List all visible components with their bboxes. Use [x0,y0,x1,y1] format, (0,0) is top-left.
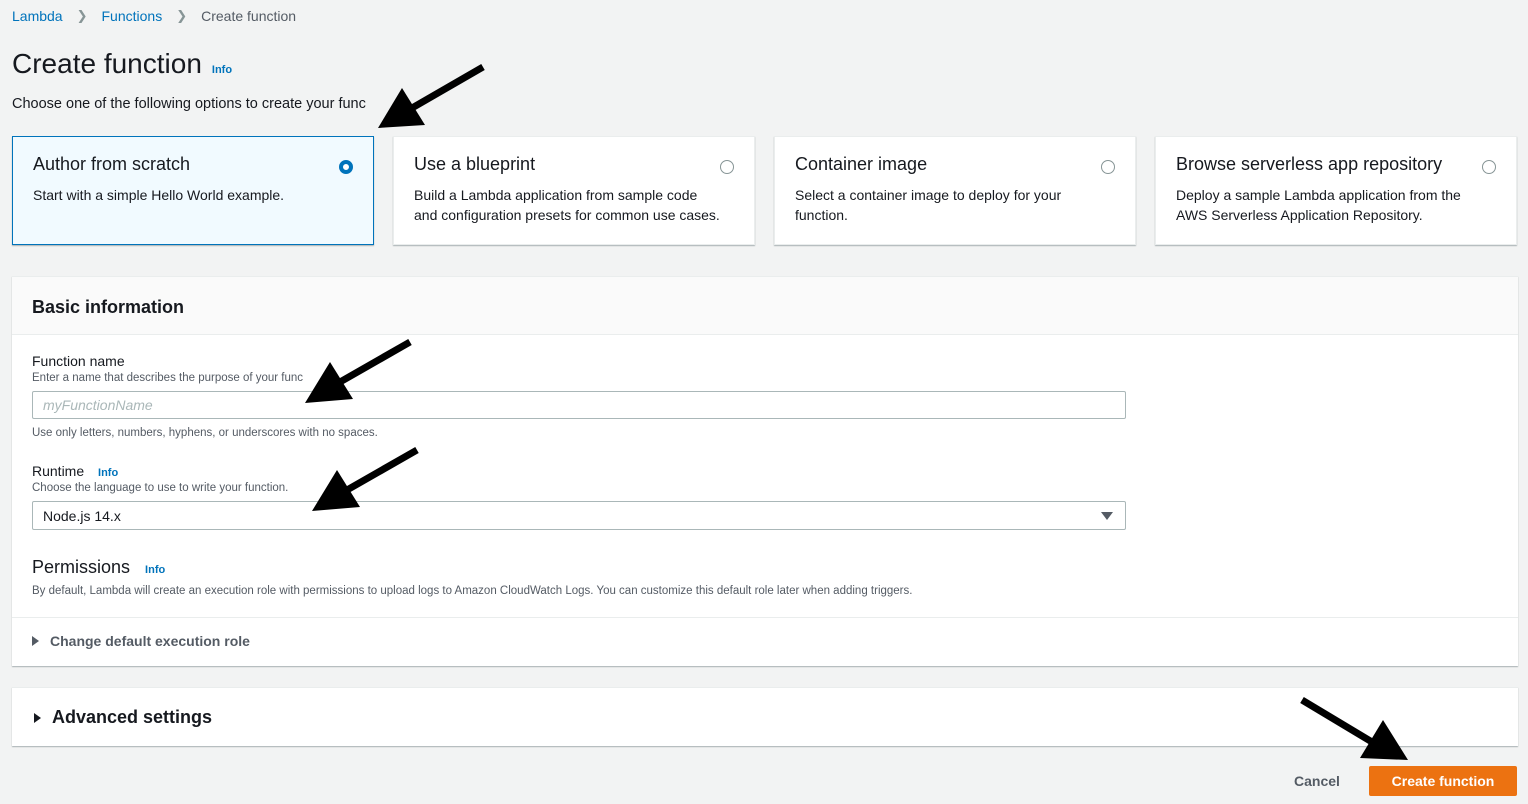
runtime-label-row: Runtime Info [32,463,118,479]
advanced-settings-label: Advanced settings [52,707,213,727]
option-title: Browse serverless app repository [1176,154,1443,174]
expander-label: Change default execution role [50,633,250,649]
chevron-right-icon: ❯ [76,8,88,23]
change-execution-role-expander[interactable]: Change default execution role [32,633,250,649]
permissions-info-link[interactable]: Info [145,564,165,576]
radio-unselected[interactable] [1101,160,1115,174]
permissions-label-row: Permissions Info [32,557,165,578]
radio-unselected[interactable] [1482,160,1496,174]
page-info-link[interactable]: Info [212,64,232,76]
runtime-label: Runtime [32,463,85,479]
chevron-right-icon: ❯ [176,8,188,23]
option-desc: Build a Lambda application from sample c… [414,187,720,223]
option-title: Use a blueprint [414,154,536,174]
creation-options: Author from scratch Start with a simple … [12,136,1518,245]
page-title: Create function [12,48,202,79]
breadcrumb-lambda[interactable]: Lambda [12,8,63,24]
panel-header: Basic information [12,277,1518,335]
radio-unselected[interactable] [720,160,734,174]
option-desc: Deploy a sample Lambda application from … [1176,187,1461,223]
runtime-info-link[interactable]: Info [98,467,118,479]
function-name-input[interactable] [32,391,1126,419]
option-title: Container image [795,154,928,174]
radio-selected[interactable] [339,160,353,174]
option-use-blueprint[interactable]: Use a blueprint Build a Lambda applicati… [393,136,755,245]
basic-information-panel: Basic information Function name Enter a … [12,276,1518,666]
permissions-label: Permissions [32,557,131,577]
advanced-settings-expander[interactable]: Advanced settings [34,707,212,728]
option-browse-serverless-repo[interactable]: Browse serverless app repository Deploy … [1155,136,1517,245]
caret-right-icon [34,712,41,723]
divider [12,617,1518,618]
option-author-from-scratch[interactable]: Author from scratch Start with a simple … [12,136,374,245]
option-title: Author from scratch [33,154,191,174]
caret-right-icon [32,636,39,646]
page-subtitle: Choose one of the following options to c… [12,96,366,112]
create-function-button[interactable]: Create function [1369,766,1517,796]
function-name-hint: Use only letters, numbers, hyphens, or u… [32,427,378,439]
cancel-button[interactable]: Cancel [1282,770,1352,792]
breadcrumb-current: Create function [201,8,297,24]
breadcrumb: Lambda ❯ Functions ❯ Create function [12,6,296,26]
runtime-select[interactable]: Node.js 14.x [32,501,1126,530]
runtime-select-value: Node.js 14.x [43,508,121,524]
option-container-image[interactable]: Container image Select a container image… [774,136,1136,245]
runtime-desc: Choose the language to use to write your… [32,482,289,494]
function-name-label: Function name [32,353,125,369]
breadcrumb-functions[interactable]: Functions [102,8,163,24]
option-desc: Select a container image to deploy for y… [795,187,1062,223]
caret-down-icon [1101,512,1113,520]
permissions-desc: By default, Lambda will create an execut… [32,585,913,597]
function-name-desc: Enter a name that describes the purpose … [32,372,304,384]
title-row: Create function Info [12,48,232,80]
advanced-settings-panel: Advanced settings [12,687,1518,746]
option-desc: Start with a simple Hello World example. [33,187,285,203]
annotation-arrow [378,63,485,128]
